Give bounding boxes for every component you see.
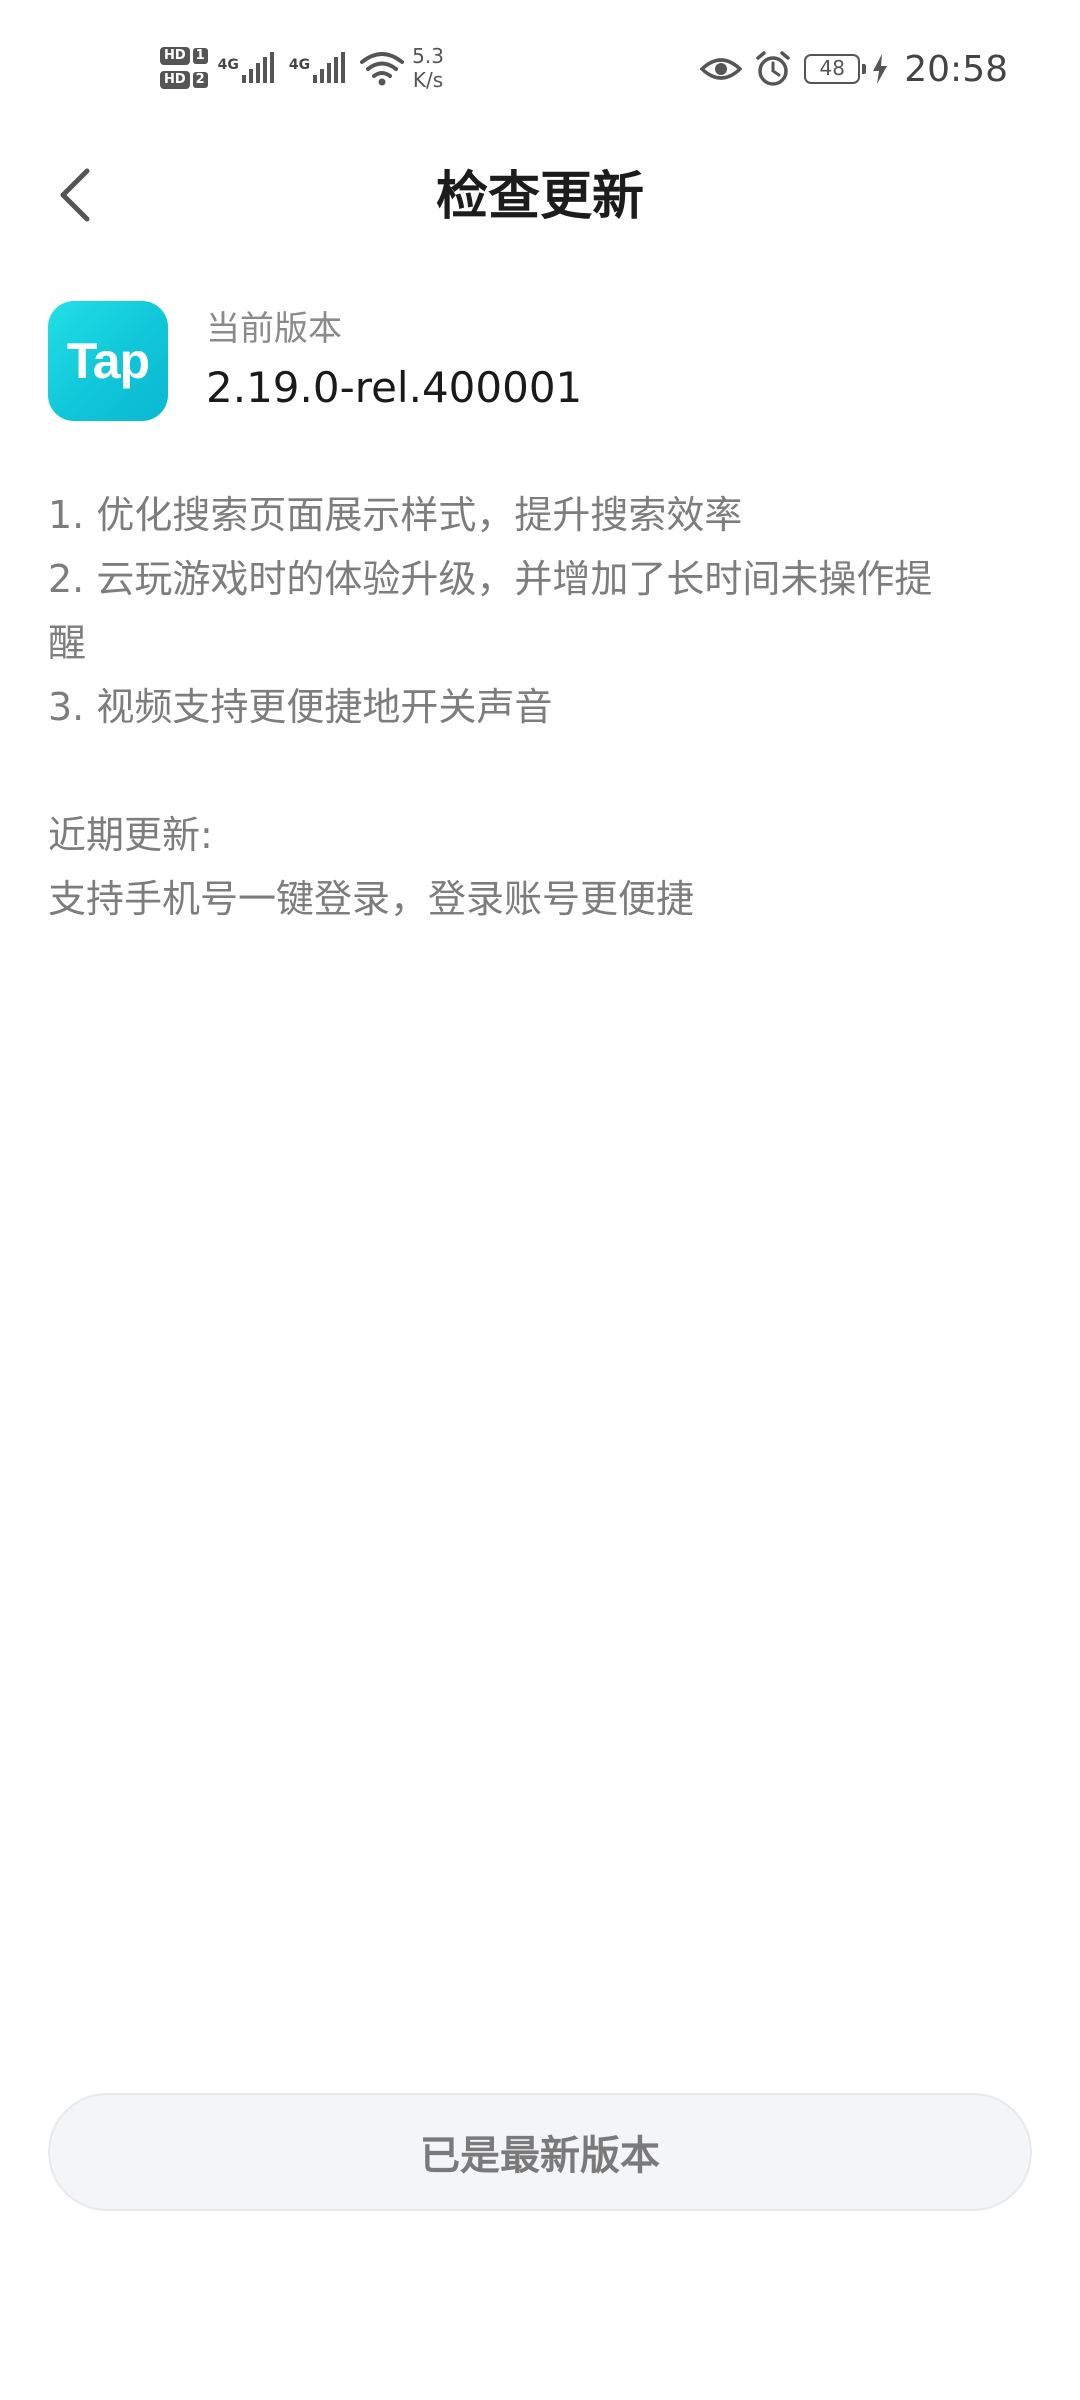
eye-icon xyxy=(700,58,743,80)
page-title: 检查更新 xyxy=(435,167,644,227)
signal-sim2: 4G xyxy=(289,51,346,85)
status-bar-right: 48 20:58 xyxy=(700,44,1008,94)
charging-icon xyxy=(873,54,888,84)
hd-badge: HD xyxy=(160,47,190,65)
changelog-item: 醒 xyxy=(48,621,87,665)
recent-update-item: 支持手机号一键登录，登录账号更便捷 xyxy=(48,877,695,921)
sim1-indicator: HD 1 xyxy=(160,47,208,65)
check-update-button[interactable]: 已是最新版本 xyxy=(48,2093,1032,2211)
hd-badge: HD xyxy=(160,71,190,89)
signal-sim1: 4G xyxy=(218,51,275,85)
changelog: 1. 优化搜索页面展示样式，提升搜索效率 2. 云玩游戏时的体验升级，并增加了长… xyxy=(48,483,1038,931)
signal-icon xyxy=(313,52,346,83)
battery-icon: 48 xyxy=(804,54,867,84)
signal-icon xyxy=(241,52,274,83)
changelog-item: 1. 优化搜索页面展示样式，提升搜索效率 xyxy=(48,493,743,537)
version-value: 2.19.0-rel.400001 xyxy=(206,363,583,412)
header: 检查更新 xyxy=(0,140,1080,250)
battery-level: 48 xyxy=(819,56,845,80)
network-type-label: 4G xyxy=(288,57,311,73)
tap-app-icon: Tap xyxy=(48,301,168,421)
sim1-number: 1 xyxy=(192,48,208,64)
network-speed-unit: K/s xyxy=(412,68,444,92)
wifi-icon xyxy=(360,52,405,86)
network-speed: 5.3 K/s xyxy=(412,44,444,92)
current-version-block: Tap 当前版本 2.19.0-rel.400001 xyxy=(48,300,582,422)
recent-updates-title: 近期更新: xyxy=(48,813,213,857)
changelog-item: 3. 视频支持更便捷地开关声音 xyxy=(48,685,553,729)
network-type-label: 4G xyxy=(217,57,239,73)
sim2-indicator: HD 2 xyxy=(160,71,208,89)
version-label: 当前版本 xyxy=(206,309,342,349)
sim-indicators: HD 1 HD 2 xyxy=(160,47,208,89)
changelog-item: 2. 云玩游戏时的体验升级，并增加了长时间未操作提 xyxy=(48,557,933,601)
version-text: 当前版本 2.19.0-rel.400001 xyxy=(206,304,582,418)
alarm-icon xyxy=(756,51,790,86)
network-speed-value: 5.3 xyxy=(412,44,444,68)
sim2-number: 2 xyxy=(192,72,208,88)
status-bar: HD 1 HD 2 4G 4G 5.3 K/s 48 20:58 xyxy=(0,0,1080,140)
status-bar-left: HD 1 HD 2 4G 4G 5.3 K/s xyxy=(160,38,444,98)
clock: 20:58 xyxy=(904,48,1008,90)
changelog-spacer xyxy=(48,739,1038,803)
